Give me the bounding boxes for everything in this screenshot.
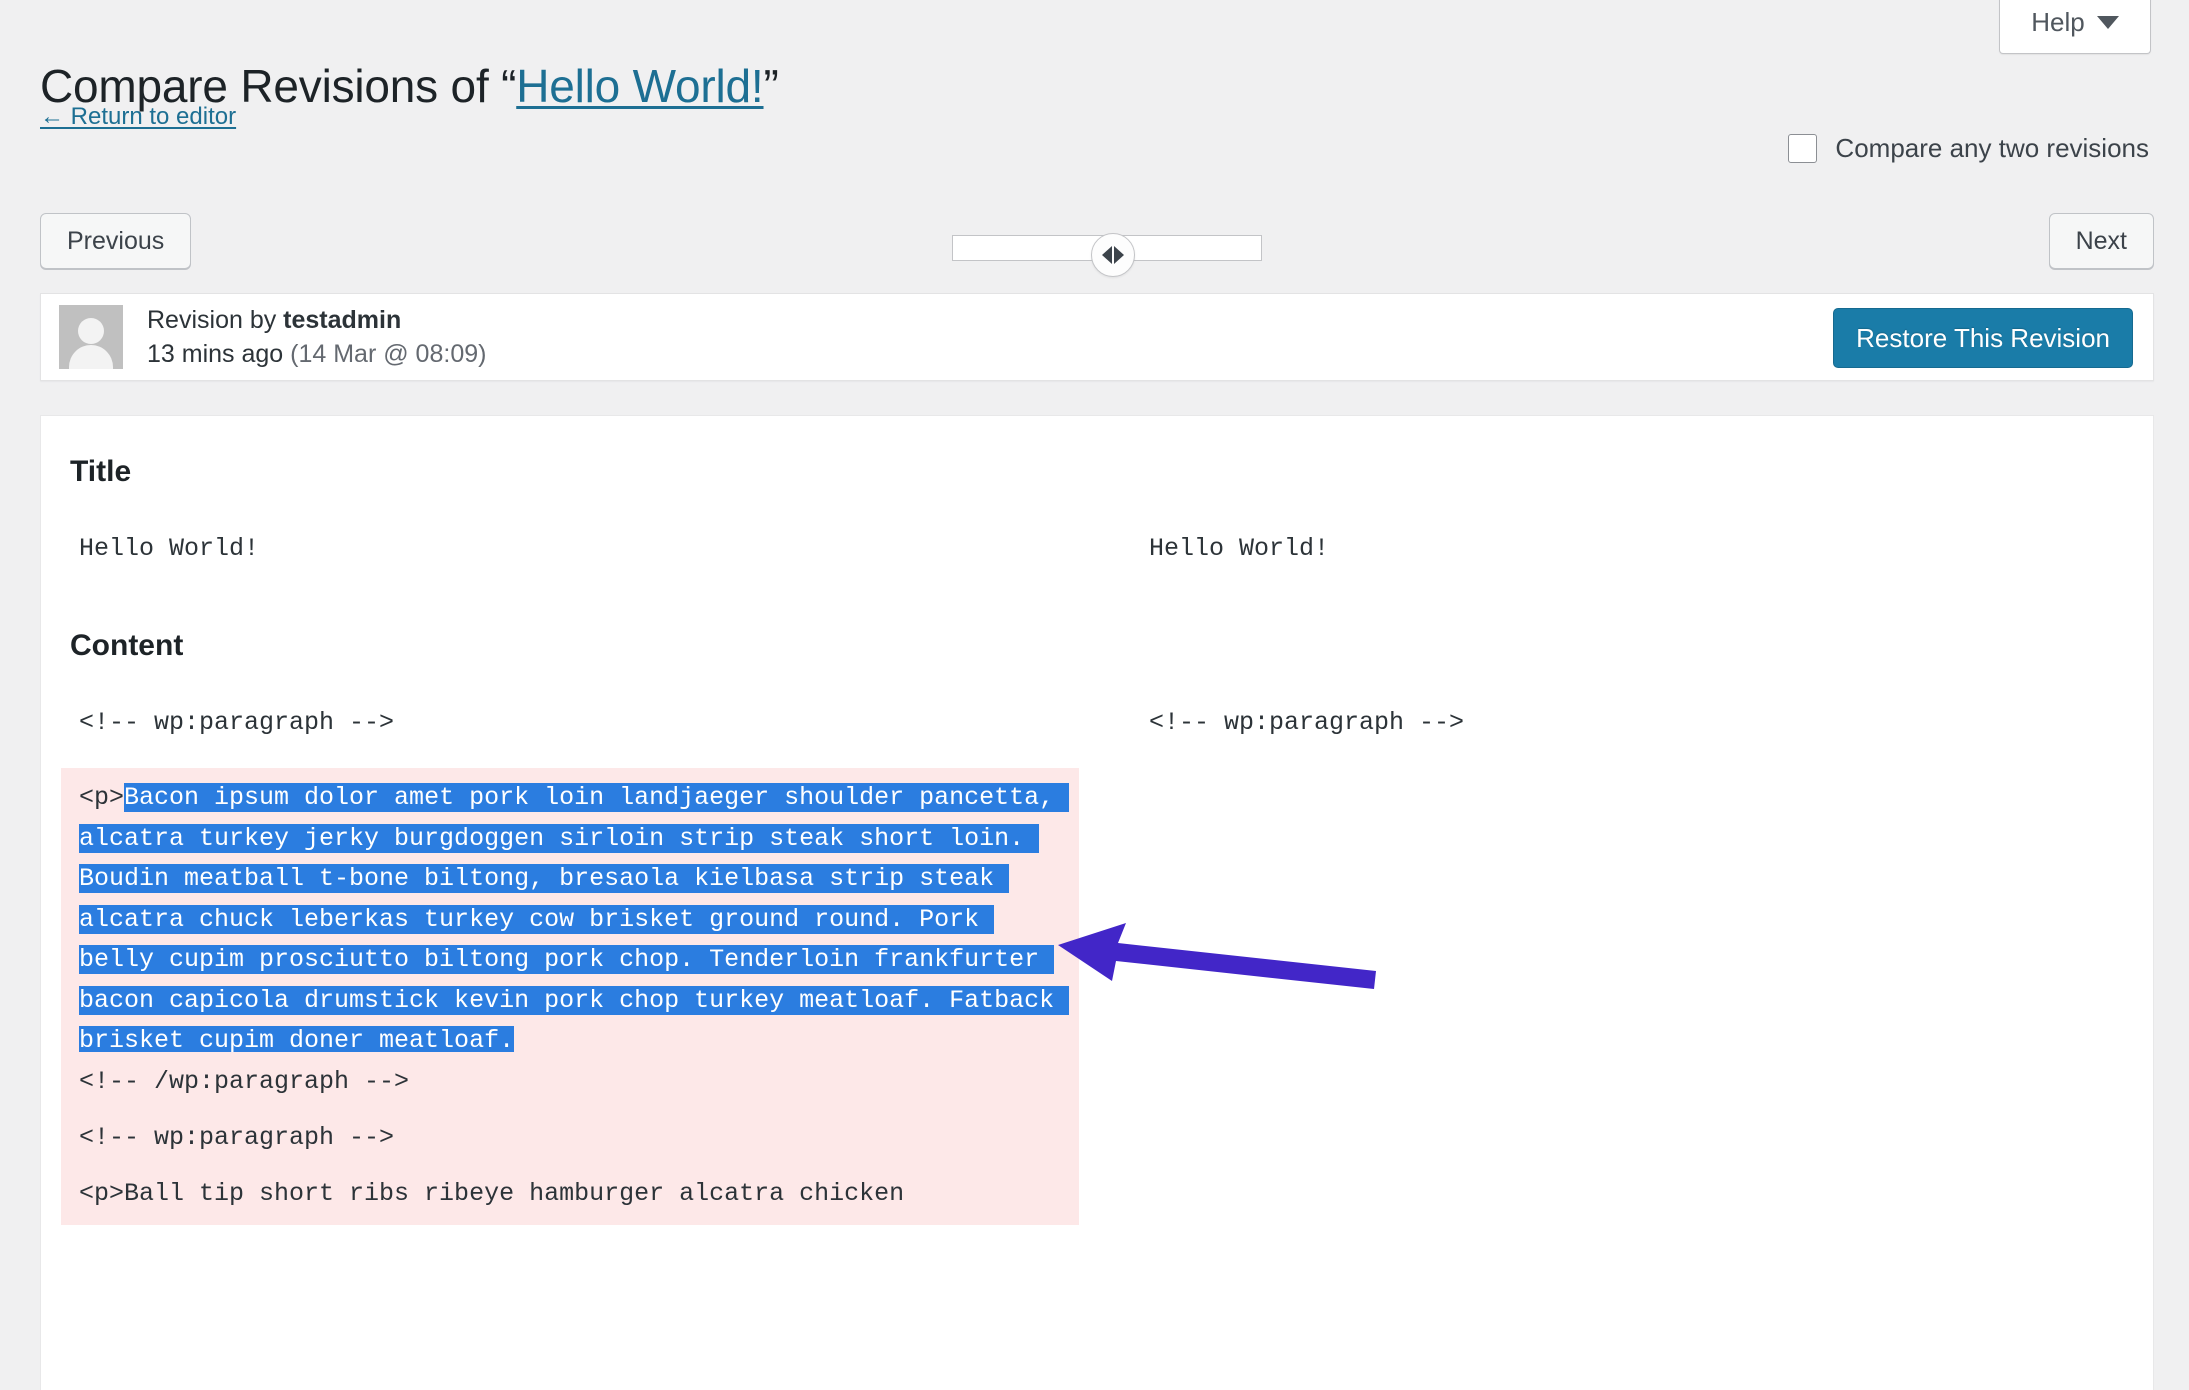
chevron-down-icon: [2096, 16, 2119, 29]
user-avatar-placeholder-icon: [59, 305, 123, 369]
arrow-left-icon: [1102, 246, 1112, 264]
help-button[interactable]: Help: [1999, 0, 2151, 54]
revision-meta: Revision by testadmin 13 mins ago (14 Ma…: [147, 303, 486, 372]
diff-cell-left-deleted: <!-- wp:paragraph -->: [61, 1108, 1079, 1169]
revision-slider[interactable]: [952, 223, 1262, 277]
page-title-suffix: ”: [763, 59, 779, 112]
diff-cell-right: <!-- wp:paragraph -->: [1149, 708, 1465, 737]
compare-two-revisions-row[interactable]: Compare any two revisions: [1788, 133, 2149, 164]
content-diff-table: <!-- wp:paragraph --> <!-- wp:paragraph …: [41, 693, 2153, 1390]
title-diff-table: Hello World! Hello World!: [41, 519, 2153, 623]
avatar-body: [69, 345, 113, 369]
diff-cell-left-deleted: <!-- /wp:paragraph -->: [61, 1052, 1079, 1113]
diff-cell-right: Hello World!: [1149, 534, 1330, 563]
revisions-page: Help Compare Revisions of “Hello World!”…: [0, 0, 2189, 1390]
compare-two-revisions-label: Compare any two revisions: [1835, 133, 2149, 163]
diff-row: Hello World! Hello World!: [41, 519, 2153, 563]
compare-two-revisions-checkbox[interactable]: [1788, 134, 1818, 163]
return-to-editor-link[interactable]: ← Return to editor: [40, 103, 236, 131]
next-button[interactable]: Next: [2048, 213, 2154, 269]
diff-cell-left: <!-- wp:paragraph -->: [79, 708, 395, 737]
diff-row: <p>Ball tip short ribs ribeye hamburger …: [41, 697, 2153, 1225]
diff-cell-left: Hello World!: [79, 534, 260, 563]
restore-this-revision-button[interactable]: Restore This Revision: [1833, 308, 2133, 368]
arrow-right-icon: [1114, 246, 1124, 264]
revision-diff-card: Title Hello World! Hello World! Content …: [40, 415, 2154, 1390]
revision-author-name: testadmin: [283, 305, 402, 334]
revision-relative-time: 13 mins ago: [147, 340, 284, 368]
revision-time-line: 13 mins ago (14 Mar @ 08:09): [147, 337, 486, 372]
content-section-heading: Content: [70, 629, 184, 662]
post-title-link[interactable]: Hello World!: [516, 60, 763, 112]
diff-cell-left-deleted: <p>Ball tip short ribs ribeye hamburger …: [61, 1164, 1079, 1225]
selected-text: Bacon ipsum dolor amet pork loin landjae…: [79, 783, 1070, 1055]
paragraph-open-tag: <p>: [79, 783, 125, 812]
revision-slider-handle[interactable]: [1091, 233, 1135, 277]
revision-info-bar: Revision by testadmin 13 mins ago (14 Ma…: [40, 293, 2154, 381]
revision-absolute-time: (14 Mar @ 08:09): [290, 340, 487, 368]
revision-author-line: Revision by testadmin: [147, 303, 486, 338]
avatar-head: [78, 318, 104, 344]
revision-by-prefix: Revision by: [147, 305, 284, 334]
previous-button[interactable]: Previous: [40, 213, 192, 269]
title-section-heading: Title: [70, 455, 132, 488]
help-button-label: Help: [2031, 7, 2085, 37]
revision-nav-row: Previous Next: [0, 213, 2189, 277]
